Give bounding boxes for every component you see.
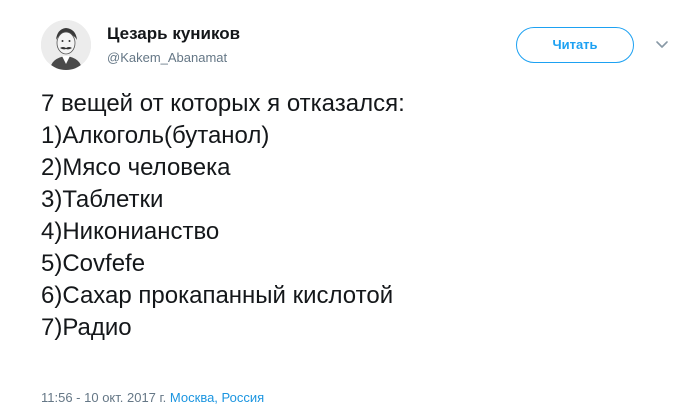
display-name[interactable]: Цезарь куников xyxy=(107,24,240,44)
tweet-text: 7 вещей от которых я отказался: 1)Алкого… xyxy=(41,88,681,344)
tweet-text-line: 5)Covfefe xyxy=(41,250,146,277)
avatar[interactable] xyxy=(41,20,91,70)
tweet-text-line: 7)Радио xyxy=(41,314,132,341)
tweet-text-line: 6)Сахар прокапанный кислотой xyxy=(41,282,394,309)
tweet-text-line: 4)Никонианство xyxy=(41,218,220,245)
tweet-text-line: 7 вещей от которых я отказался: xyxy=(41,90,405,117)
user-portrait-icon xyxy=(41,20,91,70)
user-handle[interactable]: @Kakem_Abanamat xyxy=(107,50,227,65)
tweet-text-line: 2)Мясо человека xyxy=(41,154,231,181)
location-link[interactable]: Москва, Россия xyxy=(170,390,264,405)
chevron-down-icon[interactable] xyxy=(655,37,669,51)
tweet-meta: 11:56 - 10 окт. 2017 г. Москва, Россия xyxy=(41,390,264,405)
tweet-text-line: 1)Алкоголь(бутанол) xyxy=(41,122,270,149)
tweet-text-line: 3)Таблетки xyxy=(41,186,164,213)
follow-button[interactable]: Читать xyxy=(516,27,634,63)
tweet-card: Цезарь куников @Kakem_Abanamat Читать 7 … xyxy=(0,0,700,420)
timestamp[interactable]: 11:56 - 10 окт. 2017 г. xyxy=(41,390,166,405)
